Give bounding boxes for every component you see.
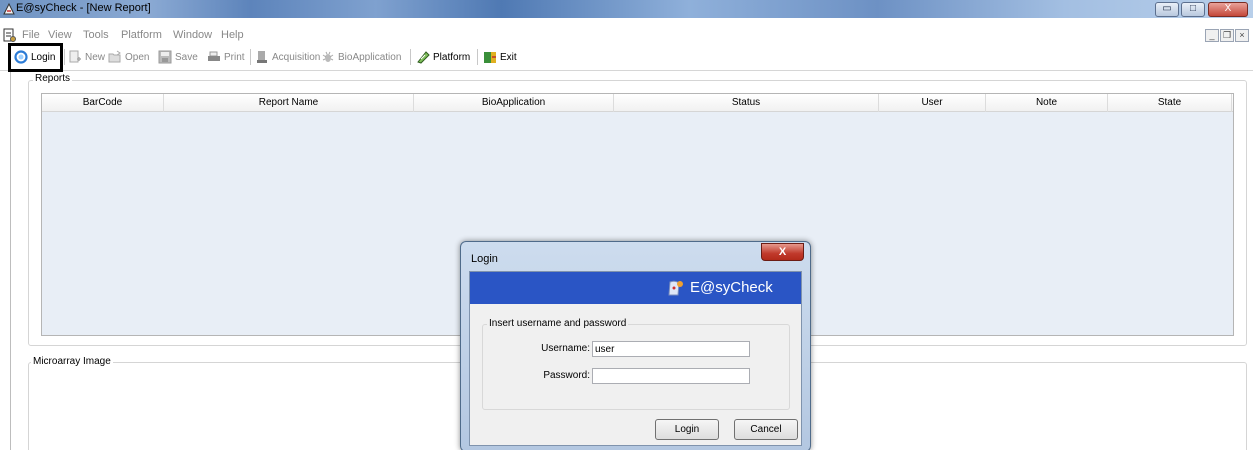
- dialog-close-button[interactable]: X: [761, 243, 804, 261]
- bioapplication-toolbar-button[interactable]: BioApplication: [321, 49, 401, 65]
- microarray-legend: Microarray Image: [31, 356, 113, 367]
- credentials-legend: Insert username and password: [487, 318, 629, 329]
- document-icon[interactable]: [2, 28, 16, 42]
- window-title: E@syCheck - [New Report]: [16, 2, 151, 14]
- password-label: Password:: [543, 370, 590, 381]
- toolbar-separator: [250, 49, 251, 65]
- mdi-close-button[interactable]: ×: [1235, 29, 1249, 42]
- close-button[interactable]: X: [1208, 2, 1248, 17]
- cancel-button[interactable]: Cancel: [734, 419, 798, 440]
- menu-window[interactable]: Window: [173, 29, 212, 41]
- login-button-highlight: [8, 43, 63, 72]
- menu-bar: File View Tools Platform Window Help: [0, 28, 1253, 43]
- platform-icon: [417, 51, 430, 64]
- exit-toolbar-label: Exit: [500, 51, 517, 63]
- platform-toolbar-label: Platform: [433, 51, 471, 63]
- column-header-report-name[interactable]: Report Name: [164, 94, 414, 112]
- brand-logo-icon: [668, 280, 683, 296]
- column-header-user[interactable]: User: [879, 94, 986, 112]
- print-toolbar-button[interactable]: Print: [207, 49, 245, 65]
- menu-file[interactable]: File: [22, 29, 40, 41]
- platform-toolbar-button[interactable]: Platform: [416, 49, 470, 65]
- exit-door-icon: [484, 52, 496, 63]
- username-input[interactable]: [592, 341, 750, 357]
- save-toolbar-button[interactable]: Save: [158, 49, 198, 65]
- app-icon: [3, 2, 15, 15]
- column-header-status[interactable]: Status: [614, 94, 879, 112]
- maximize-button[interactable]: □: [1181, 2, 1205, 17]
- login-dialog-body: E@syCheck Insert username and password U…: [469, 271, 802, 446]
- password-input[interactable]: [592, 368, 750, 384]
- toolbar-separator: [477, 49, 478, 65]
- title-bar: E@syCheck - [New Report] ▭ □ X: [0, 0, 1253, 18]
- brand-banner: E@syCheck: [470, 272, 801, 304]
- new-toolbar-button[interactable]: New: [68, 49, 105, 65]
- mdi-minimize-button[interactable]: _: [1205, 29, 1219, 42]
- left-border: [10, 72, 11, 450]
- save-disk-icon: [158, 50, 172, 64]
- bug-icon: [322, 51, 334, 62]
- column-header-note[interactable]: Note: [986, 94, 1108, 112]
- toolbar-separator: [410, 49, 411, 65]
- column-header-barcode[interactable]: BarCode: [42, 94, 164, 112]
- menu-help[interactable]: Help: [221, 29, 244, 41]
- open-folder-icon: [108, 50, 121, 63]
- reports-legend: Reports: [33, 73, 73, 84]
- open-toolbar-label: Open: [125, 51, 150, 63]
- new-toolbar-label: New: [85, 51, 106, 63]
- printer-icon: [208, 51, 220, 61]
- new-report-icon: [69, 50, 81, 63]
- acquisition-toolbar-label: Acquisition: [272, 51, 321, 63]
- reports-table-header: BarCode Report Name BioApplication Statu…: [42, 94, 1233, 112]
- menu-tools[interactable]: Tools: [83, 29, 109, 41]
- login-dialog: Login X E@syCheck Insert username and pa…: [460, 241, 811, 450]
- print-toolbar-label: Print: [224, 51, 245, 63]
- username-label: Username:: [541, 343, 590, 354]
- mdi-restore-button[interactable]: ❐: [1220, 29, 1234, 42]
- column-header-state[interactable]: State: [1108, 94, 1232, 112]
- save-toolbar-label: Save: [175, 51, 198, 63]
- bioapplication-toolbar-label: BioApplication: [338, 51, 402, 63]
- menu-view[interactable]: View: [48, 29, 72, 41]
- column-header-bioapplication[interactable]: BioApplication: [414, 94, 614, 112]
- acquisition-toolbar-button[interactable]: Acquisition: [255, 49, 320, 65]
- brand-name: E@syCheck: [690, 279, 773, 296]
- acquisition-icon: [257, 51, 267, 63]
- menu-platform[interactable]: Platform: [121, 29, 162, 41]
- toolbar-separator: [64, 49, 65, 65]
- credentials-group: [482, 324, 790, 410]
- login-dialog-title: Login: [471, 253, 498, 265]
- exit-toolbar-button[interactable]: Exit: [483, 49, 517, 65]
- toolbar: Login New Open Save Print Acquisition Bi…: [0, 43, 1253, 71]
- open-toolbar-button[interactable]: Open: [108, 49, 149, 65]
- minimize-button[interactable]: ▭: [1155, 2, 1179, 17]
- login-button[interactable]: Login: [655, 419, 719, 440]
